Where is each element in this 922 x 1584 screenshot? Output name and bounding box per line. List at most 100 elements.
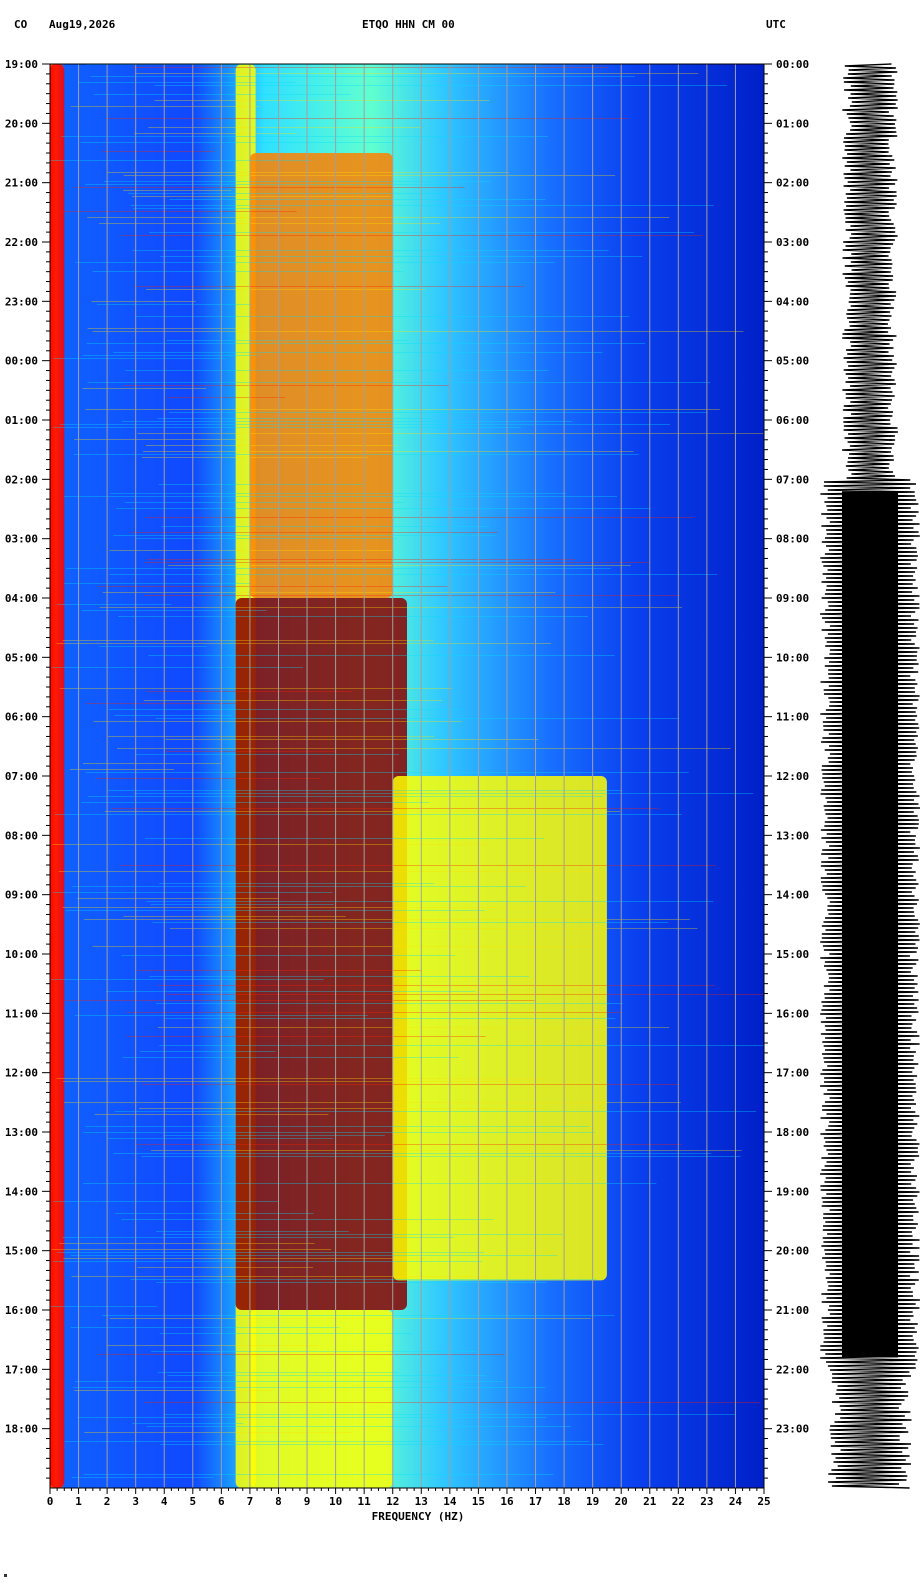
noise-stripe xyxy=(136,538,398,539)
x-tick-label: 14 xyxy=(443,1495,457,1508)
x-tick-label: 2 xyxy=(104,1495,111,1508)
y-right-tick-label: 01:00 xyxy=(776,117,809,130)
noise-stripe xyxy=(157,418,430,419)
seismogram-trace xyxy=(820,63,921,1489)
noise-stripe xyxy=(109,493,567,494)
noise-stripe xyxy=(66,568,611,569)
x-tick-label: 4 xyxy=(161,1495,168,1508)
noise-stripe xyxy=(83,1132,596,1133)
noise-stripe xyxy=(84,1432,353,1433)
noise-stripe xyxy=(144,595,680,596)
noise-stripe xyxy=(51,979,324,980)
noise-stripe xyxy=(130,205,714,206)
noise-stripe xyxy=(114,715,232,716)
y-left-tick-label: 20:00 xyxy=(5,117,38,130)
noise-stripe xyxy=(97,1354,505,1355)
noise-stripe xyxy=(109,550,392,551)
x-tick-label: 17 xyxy=(529,1495,542,1508)
noise-stripe xyxy=(50,160,311,161)
noise-stripe xyxy=(53,358,227,359)
noise-stripe xyxy=(81,802,430,803)
noise-stripe xyxy=(70,1327,340,1328)
noise-stripe xyxy=(143,451,634,452)
noise-stripe xyxy=(92,946,590,947)
noise-stripe xyxy=(123,916,346,917)
noise-stripe xyxy=(63,1102,681,1103)
noise-stripe xyxy=(101,1315,615,1316)
y-left-tick-label: 22:00 xyxy=(5,236,38,249)
noise-stripe xyxy=(98,586,448,587)
noise-stripe xyxy=(74,1390,273,1391)
noise-stripe xyxy=(126,1036,486,1037)
y-right-tick-label: 05:00 xyxy=(776,355,809,368)
noise-stripe xyxy=(92,331,744,332)
noise-stripe xyxy=(145,517,694,518)
y-left-tick-label: 09:00 xyxy=(5,889,38,902)
noise-stripe xyxy=(152,922,669,923)
x-tick-label: 7 xyxy=(247,1495,254,1508)
noise-stripe xyxy=(107,1138,334,1139)
noise-stripe xyxy=(121,421,573,422)
noise-stripe xyxy=(149,976,530,977)
noise-stripe xyxy=(139,1051,276,1052)
y-right-tick-label: 10:00 xyxy=(776,651,809,664)
y-right-tick-label: 07:00 xyxy=(776,473,809,486)
x-tick-label: 0 xyxy=(47,1495,54,1508)
noise-stripe xyxy=(53,427,521,428)
noise-stripe xyxy=(120,865,716,866)
y-right-tick-label: 22:00 xyxy=(776,1363,809,1376)
noise-stripe xyxy=(86,703,238,704)
noise-stripe xyxy=(106,118,629,119)
noise-stripe xyxy=(95,778,321,779)
y-right-tick-label: 15:00 xyxy=(776,948,809,961)
noise-stripe xyxy=(156,1282,547,1283)
noise-stripe xyxy=(155,718,680,719)
noise-stripe xyxy=(87,382,711,383)
noise-stripe xyxy=(77,1417,546,1418)
noise-stripe xyxy=(167,397,286,398)
y-left-tick-label: 21:00 xyxy=(5,177,38,190)
x-tick-label: 1 xyxy=(75,1495,82,1508)
noise-stripe xyxy=(64,583,251,584)
noise-stripe xyxy=(75,262,555,263)
x-tick-label: 15 xyxy=(472,1495,485,1508)
noise-stripe xyxy=(94,1114,329,1115)
noise-stripe xyxy=(151,1351,478,1352)
noise-stripe xyxy=(70,769,175,770)
noise-stripe xyxy=(56,643,552,644)
noise-stripe xyxy=(107,790,623,791)
y-right-tick-label: 21:00 xyxy=(776,1304,809,1317)
noise-stripe xyxy=(118,616,589,617)
x-tick-label: 6 xyxy=(218,1495,225,1508)
noise-stripe xyxy=(154,100,490,101)
noise-stripe xyxy=(53,1201,279,1202)
noise-stripe xyxy=(85,1126,590,1127)
noise-stripe xyxy=(108,709,462,710)
noise-stripe xyxy=(62,1081,522,1082)
noise-stripe xyxy=(166,340,409,341)
noise-stripe xyxy=(145,562,650,563)
noise-stripe xyxy=(80,142,395,143)
noise-stripe xyxy=(157,985,715,986)
noise-stripe xyxy=(146,901,714,902)
noise-stripe xyxy=(136,1144,682,1145)
x-tick-label: 25 xyxy=(757,1495,770,1508)
energy-band-4 xyxy=(392,776,607,1281)
noise-stripe xyxy=(85,409,720,410)
noise-stripe xyxy=(137,433,764,434)
noise-stripe xyxy=(144,1402,761,1403)
y-left-tick-label: 04:00 xyxy=(5,592,38,605)
noise-stripe xyxy=(135,754,400,755)
noise-stripe xyxy=(73,454,639,455)
energy-band-3 xyxy=(235,598,407,1310)
noise-stripe xyxy=(59,1243,315,1244)
noise-stripe xyxy=(72,886,526,887)
noise-stripe xyxy=(58,871,596,872)
noise-stripe xyxy=(148,127,421,128)
noise-stripe xyxy=(57,1252,485,1253)
y-left-tick-label: 10:00 xyxy=(5,948,38,961)
noise-stripe xyxy=(169,928,698,929)
y-left-tick-label: 16:00 xyxy=(5,1304,38,1317)
noise-stripe xyxy=(141,457,369,458)
x-tick-label: 16 xyxy=(500,1495,514,1508)
